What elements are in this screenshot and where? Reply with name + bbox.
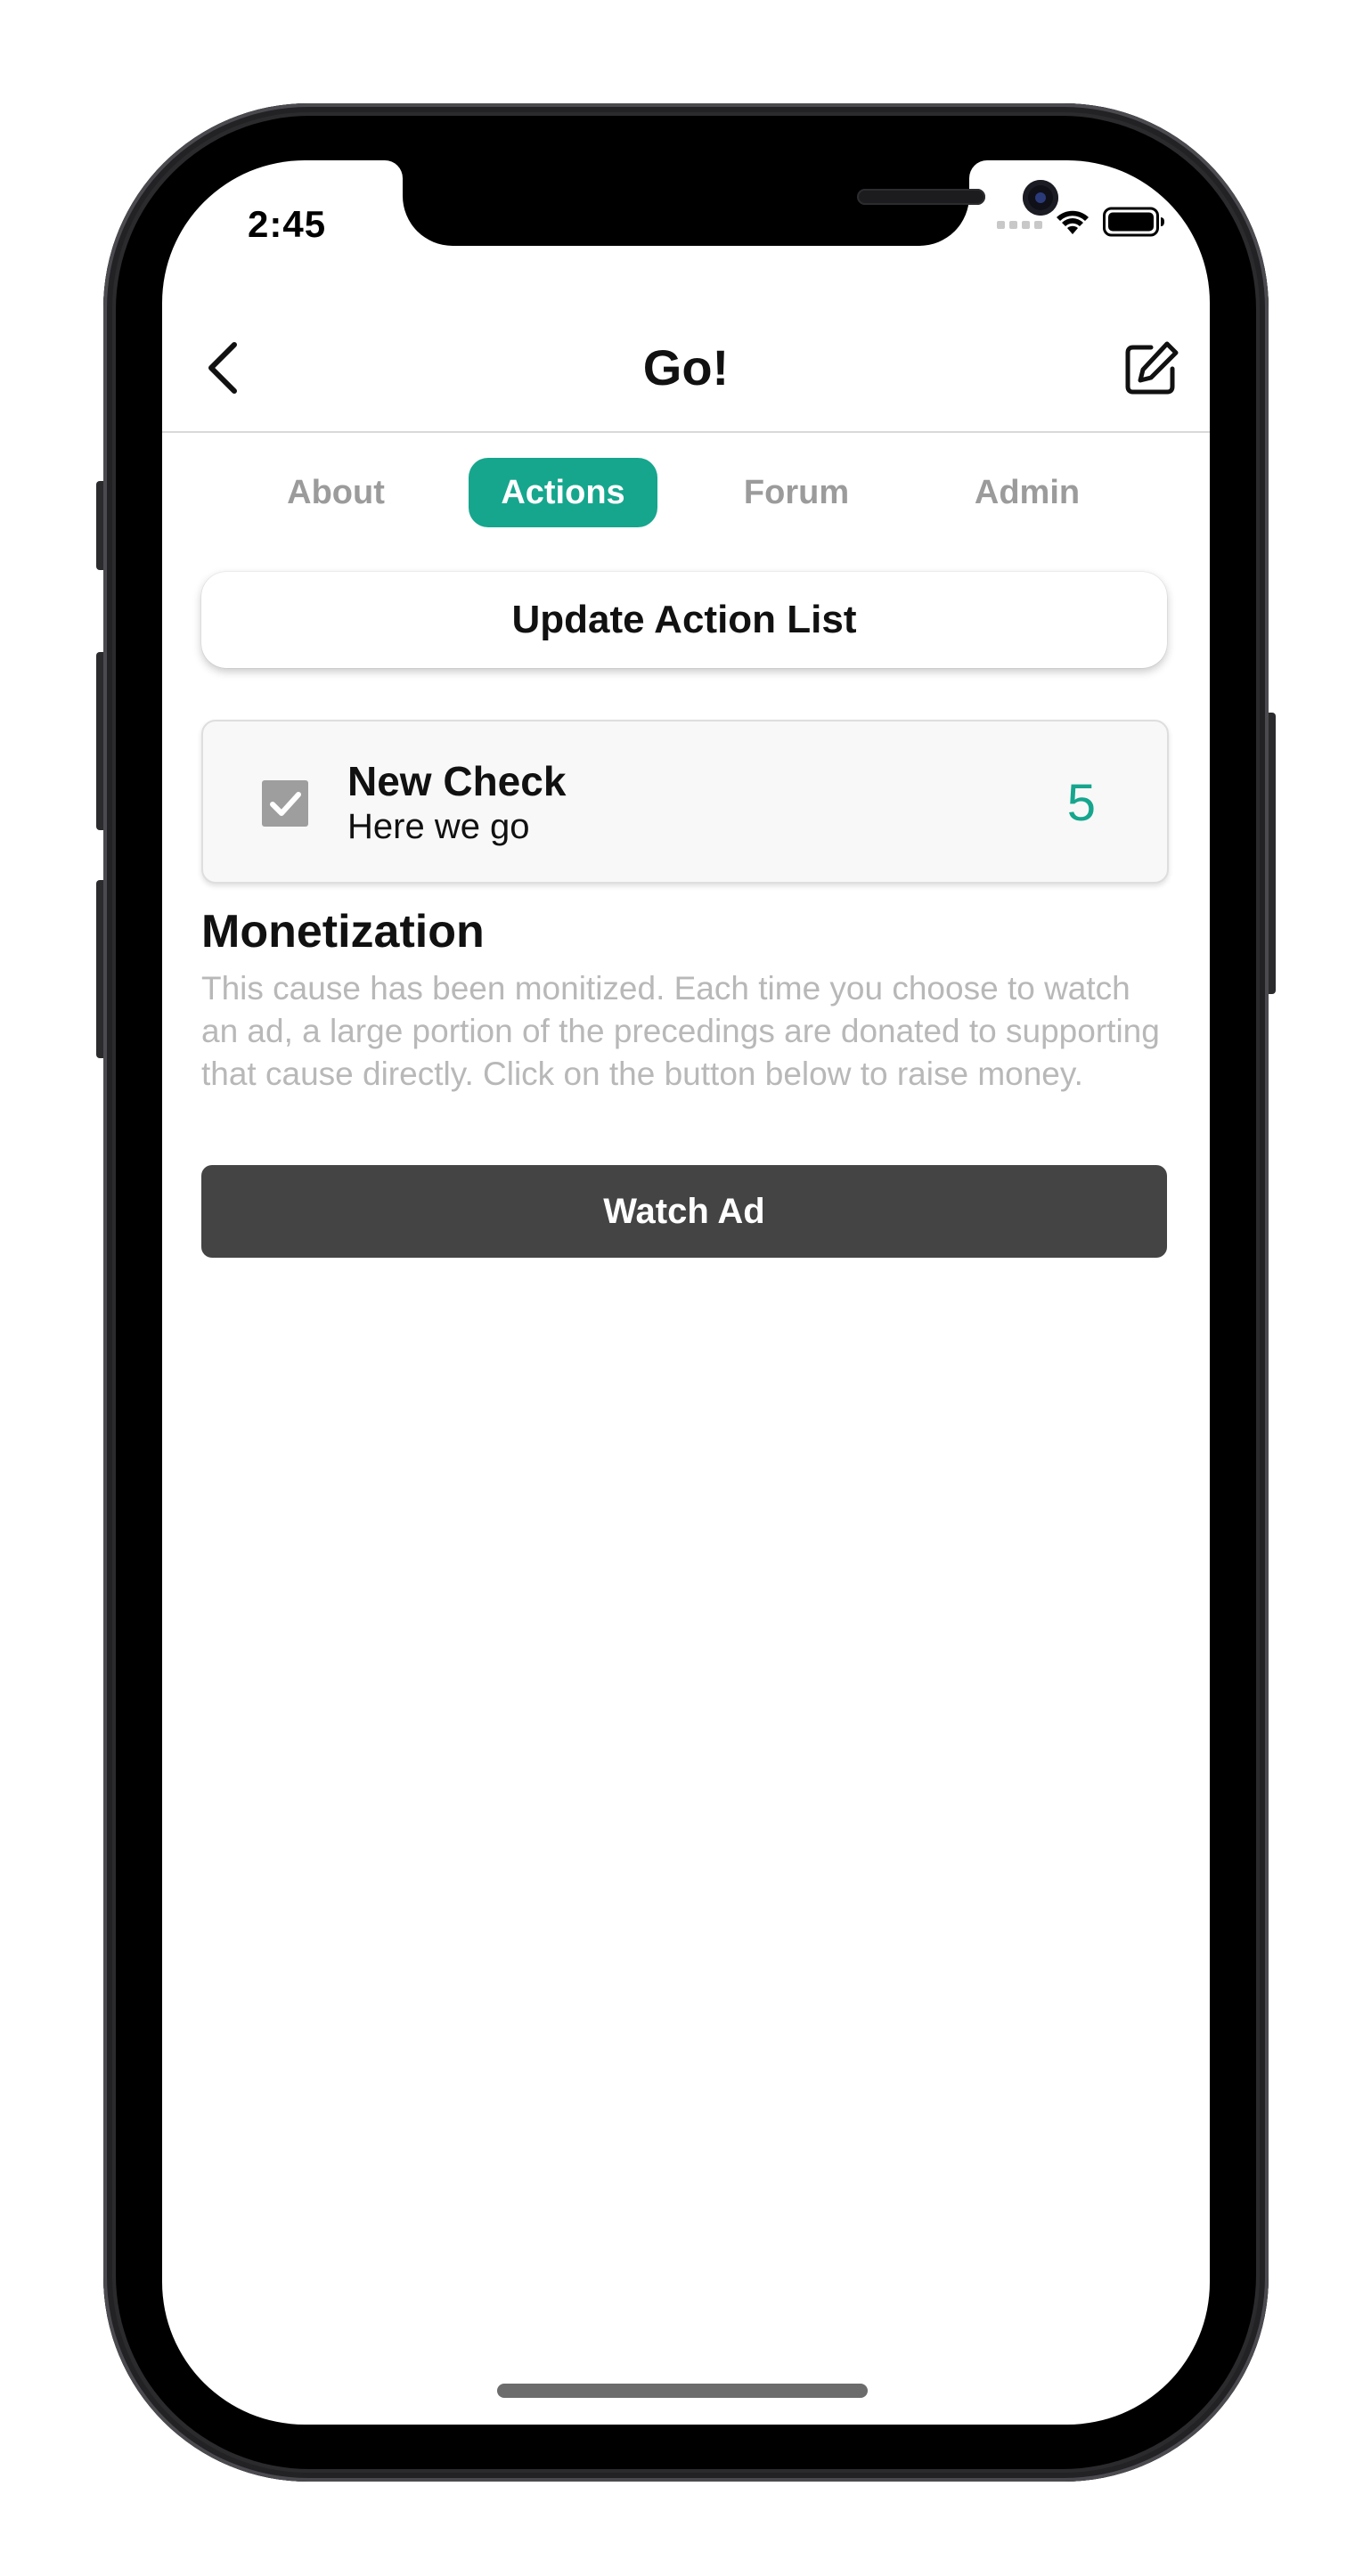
edit-button[interactable] bbox=[1121, 337, 1183, 399]
action-checkbox[interactable] bbox=[262, 780, 308, 827]
action-count: 5 bbox=[1066, 774, 1096, 832]
check-icon bbox=[270, 792, 301, 816]
action-subtitle: Here we go bbox=[347, 807, 530, 846]
update-action-list-button[interactable]: Update Action List bbox=[201, 572, 1167, 668]
cellular-signal-icon bbox=[997, 215, 1042, 229]
monetization-description: This cause has been monitized. Each time… bbox=[201, 970, 1160, 1092]
battery-icon bbox=[1103, 207, 1164, 237]
tab-forum[interactable]: Forum bbox=[716, 458, 877, 527]
speaker-grille bbox=[857, 189, 985, 205]
edit-icon bbox=[1125, 341, 1179, 395]
page-title: Go! bbox=[642, 339, 730, 395]
status-icons bbox=[997, 207, 1165, 237]
tab-actions[interactable]: Actions bbox=[469, 458, 657, 527]
monetization-heading: Monetization bbox=[201, 906, 485, 958]
notch-corner bbox=[969, 160, 987, 178]
wifi-icon bbox=[1057, 210, 1089, 234]
action-title: New Check bbox=[347, 758, 567, 804]
tab-about[interactable]: About bbox=[260, 458, 412, 527]
watch-ad-button[interactable]: Watch Ad bbox=[201, 1165, 1167, 1258]
tab-admin[interactable]: Admin bbox=[951, 458, 1103, 527]
navigation-bar: Go! bbox=[162, 312, 1210, 433]
tab-bar: About Actions Forum Admin bbox=[162, 458, 1210, 527]
home-indicator[interactable] bbox=[497, 2384, 868, 2398]
page: 2:45 Go! About Actions Forum Admin Updat… bbox=[0, 0, 1363, 2576]
status-time: 2:45 bbox=[248, 203, 327, 245]
action-item-card[interactable]: New Check Here we go 5 bbox=[201, 720, 1169, 884]
notch-corner bbox=[385, 160, 403, 178]
phone-screen: 2:45 Go! About Actions Forum Admin Updat… bbox=[162, 160, 1210, 2425]
notch bbox=[403, 160, 1058, 246]
